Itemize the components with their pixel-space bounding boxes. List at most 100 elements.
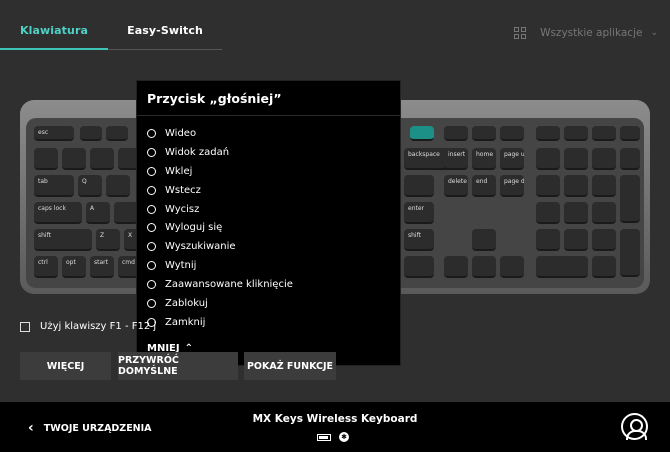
key-end[interactable]: end	[472, 175, 496, 197]
key-opt[interactable]: opt	[62, 256, 86, 278]
radio-icon	[147, 128, 156, 138]
key-num-8[interactable]	[564, 175, 588, 197]
key-f1[interactable]	[80, 126, 102, 141]
option-zamknij[interactable]: Zamknij	[147, 313, 293, 332]
key-calculator[interactable]	[536, 126, 560, 141]
radio-icon	[147, 242, 156, 252]
apps-label: Wszystkie aplikacje	[540, 27, 643, 39]
key-arrow-up[interactable]	[472, 229, 496, 251]
chevron-down-icon: ⌄	[650, 28, 658, 38]
key-ctrl[interactable]: ctrl	[34, 256, 58, 278]
radio-icon	[147, 204, 156, 214]
key-num-2[interactable]	[564, 229, 588, 251]
key-menu[interactable]	[592, 126, 616, 141]
key-volume-up[interactable]	[410, 126, 434, 141]
key-tab[interactable]: tab	[34, 175, 74, 197]
key-s[interactable]	[114, 202, 138, 224]
radio-icon	[147, 223, 156, 233]
key-num-enter[interactable]	[620, 229, 640, 277]
top-bar: Klawiatura Easy-Switch Wszystkie aplikac…	[0, 0, 670, 56]
key-esc[interactable]: esc	[34, 126, 74, 141]
key-num-dot[interactable]	[592, 256, 616, 278]
fkeys-label: Użyj klawiszy F1 - F12 j	[40, 321, 157, 332]
radio-icon	[147, 261, 156, 271]
key-start[interactable]: start	[90, 256, 114, 278]
option-wideo[interactable]: Wideo	[147, 124, 293, 143]
key-easy-switch-1[interactable]	[444, 126, 468, 141]
restore-defaults-button[interactable]: PRZYWRÓĆ DOMYŚLNE	[118, 352, 238, 380]
option-wklej[interactable]: Wklej	[147, 162, 293, 181]
key-1[interactable]	[62, 148, 86, 170]
key-easy-switch-2[interactable]	[472, 126, 496, 141]
apps-selector[interactable]: Wszystkie aplikacje ⌄	[514, 27, 658, 39]
key-num-9[interactable]	[592, 175, 616, 197]
key-shift-left[interactable]: shift	[34, 229, 92, 251]
dropdown-divider	[137, 115, 400, 116]
radio-icon	[147, 166, 156, 176]
key-z[interactable]: Z	[96, 229, 120, 251]
footer: ‹ TWOJE URZĄDZENIA MX Keys Wireless Keyb…	[0, 402, 670, 452]
option-zaawansowane-klikniecie[interactable]: Zaawansowane kliknięcie	[147, 275, 293, 294]
key-num-star[interactable]	[592, 148, 616, 170]
key-easy-switch-3[interactable]	[500, 126, 524, 141]
key-a[interactable]: A	[86, 202, 110, 224]
key-shift-right[interactable]: shift	[404, 229, 434, 251]
option-wyloguj[interactable]: Wyloguj się	[147, 218, 293, 237]
volume-up-dropdown: Przycisk „głośniej” Wideo Widok zadań Wk…	[136, 80, 401, 366]
key-backslash[interactable]	[404, 175, 434, 197]
key-backtick[interactable]	[34, 148, 58, 170]
key-page-down[interactable]: page down	[500, 175, 524, 197]
dropdown-options: Wideo Widok zadań Wklej Wstecz Wycisz Wy…	[147, 124, 293, 332]
tab-easy-switch[interactable]: Easy-Switch	[108, 24, 222, 37]
key-num-7[interactable]	[536, 175, 560, 197]
key-2[interactable]	[90, 148, 114, 170]
option-zablokuj[interactable]: Zablokuj	[147, 294, 293, 313]
active-tab-underline	[0, 48, 108, 50]
tab-divider	[108, 49, 222, 50]
key-num-minus[interactable]	[620, 148, 640, 170]
key-page-up[interactable]: page up	[500, 148, 524, 170]
option-wytnij[interactable]: Wytnij	[147, 256, 293, 275]
key-ctrl-right[interactable]	[404, 256, 434, 278]
radio-icon	[147, 147, 156, 157]
option-wstecz[interactable]: Wstecz	[147, 181, 293, 200]
key-num-4[interactable]	[536, 202, 560, 224]
key-screenshot[interactable]	[564, 126, 588, 141]
key-num-1[interactable]	[536, 229, 560, 251]
dropdown-title: Przycisk „głośniej”	[147, 91, 282, 106]
key-f2[interactable]	[106, 126, 128, 141]
key-num-6[interactable]	[592, 202, 616, 224]
key-insert[interactable]: insert	[444, 148, 468, 170]
bluetooth-icon: ✱	[339, 432, 349, 442]
key-w[interactable]	[106, 175, 130, 197]
key-enter[interactable]: enter	[404, 202, 434, 224]
device-name: MX Keys Wireless Keyboard	[252, 413, 418, 425]
show-functions-button[interactable]: POKAŻ FUNKCJE	[244, 352, 336, 380]
key-arrow-down[interactable]	[472, 256, 496, 278]
more-button[interactable]: WIĘCEJ	[20, 352, 111, 380]
radio-icon	[147, 280, 156, 290]
key-num-slash[interactable]	[564, 148, 588, 170]
account-icon[interactable]	[621, 413, 648, 440]
fkeys-checkbox[interactable]	[20, 321, 30, 332]
option-widok-zadan[interactable]: Widok zadań	[147, 143, 293, 162]
key-lock[interactable]	[620, 126, 640, 141]
key-arrow-left[interactable]	[444, 256, 468, 278]
key-num-lock[interactable]	[536, 148, 560, 170]
key-delete[interactable]: delete	[444, 175, 468, 197]
key-home[interactable]: home	[472, 148, 496, 170]
option-wycisz[interactable]: Wycisz	[147, 200, 293, 219]
option-wyszukiwanie[interactable]: Wyszukiwanie	[147, 237, 293, 256]
key-caps-lock[interactable]: caps lock	[34, 202, 82, 224]
key-num-plus[interactable]	[620, 175, 640, 223]
key-num-3[interactable]	[592, 229, 616, 251]
key-num-0[interactable]	[536, 256, 588, 278]
fkeys-option[interactable]: Użyj klawiszy F1 - F12 j	[20, 321, 156, 332]
key-q[interactable]: Q	[78, 175, 102, 197]
grid-icon	[514, 27, 527, 39]
key-num-5[interactable]	[564, 202, 588, 224]
key-arrow-right[interactable]	[500, 256, 524, 278]
radio-icon	[147, 298, 156, 308]
tab-keyboard[interactable]: Klawiatura	[0, 24, 108, 37]
battery-icon	[317, 433, 331, 441]
